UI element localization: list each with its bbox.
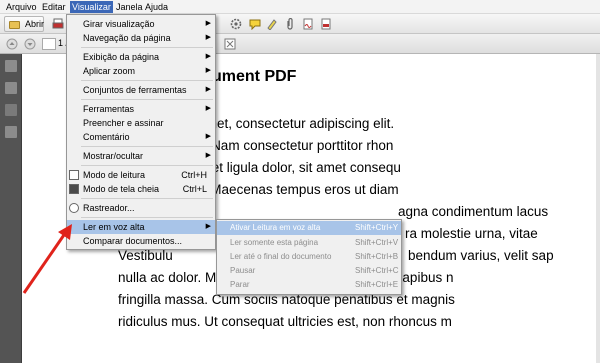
page-number-field[interactable] bbox=[42, 38, 56, 50]
menu-item-full-screen[interactable]: Modo de tela cheia Ctrl+L bbox=[67, 182, 215, 196]
menu-separator bbox=[81, 146, 213, 147]
submenu-arrow-icon: ▶ bbox=[205, 223, 211, 230]
submenu-item-read-this-page[interactable]: Ler somente esta página Shift+Ctrl+V bbox=[217, 236, 401, 250]
document-line: agna condimentum lacus bbox=[398, 204, 549, 219]
menu-janela[interactable]: Janela bbox=[114, 1, 145, 13]
submenu-arrow-icon: ▶ bbox=[205, 53, 211, 60]
menu-item-tracker[interactable]: Rastreador... bbox=[67, 201, 215, 215]
submenu-item-read-to-end[interactable]: Ler até o final do documento Shift+Ctrl+… bbox=[217, 250, 401, 264]
pages-panel-icon[interactable] bbox=[5, 60, 17, 72]
read-mode-shortcut: Ctrl+H bbox=[181, 170, 207, 180]
print-icon[interactable] bbox=[52, 18, 64, 30]
submenu-arrow-icon: ▶ bbox=[205, 67, 211, 74]
menu-separator bbox=[81, 99, 213, 100]
attach-icon[interactable] bbox=[284, 18, 296, 30]
folder-icon bbox=[9, 21, 20, 29]
zoom-fit-icon[interactable] bbox=[224, 38, 236, 50]
menu-separator bbox=[81, 217, 213, 218]
menu-item-toolsets[interactable]: Conjuntos de ferramentas ▶ bbox=[67, 83, 215, 97]
page-down-icon[interactable] bbox=[24, 38, 36, 50]
menu-item-page-navigation[interactable]: Navegação da página ▶ bbox=[67, 31, 215, 45]
menu-item-fill-sign[interactable]: Preencher e assinar bbox=[67, 116, 215, 130]
submenu-arrow-icon: ▶ bbox=[205, 152, 211, 159]
open-button-label: Abrir bbox=[25, 19, 45, 29]
submenu-item-activate-read-aloud[interactable]: Ativar Leitura em voz alta Shift+Ctrl+Y bbox=[217, 221, 401, 235]
view-menu: Girar visualização ▶ Navegação da página ▶… bbox=[66, 14, 216, 250]
submenu-arrow-icon: ▶ bbox=[205, 133, 211, 140]
menu-visualizar[interactable]: Visualizar bbox=[70, 1, 113, 13]
settings-icon[interactable] bbox=[230, 18, 242, 30]
document-line: ra molestie urna, vitae bbox=[405, 226, 538, 241]
menu-item-read-mode[interactable]: Modo de leitura Ctrl+H bbox=[67, 168, 215, 182]
document-line: bendum varius, velit sap bbox=[408, 248, 554, 263]
menu-item-page-display[interactable]: Exibição da página ▶ bbox=[67, 50, 215, 64]
read-mode-icon bbox=[69, 170, 79, 180]
comment-icon[interactable] bbox=[249, 18, 261, 30]
menu-arquivo[interactable]: Arquivo bbox=[4, 1, 39, 13]
read-aloud-submenu: Ativar Leitura em voz alta Shift+Ctrl+Y … bbox=[216, 219, 402, 295]
signature-toolbar-icon[interactable] bbox=[302, 18, 314, 30]
tools-icon[interactable] bbox=[5, 126, 17, 138]
document-title: ument PDF bbox=[212, 68, 297, 85]
menu-item-compare[interactable]: Comparar documentos... bbox=[67, 234, 215, 248]
menu-ajuda[interactable]: Ajuda bbox=[143, 1, 170, 13]
bookmarks-icon[interactable] bbox=[5, 82, 17, 94]
document-line: ridiculus mus. Ut consequat ultricies es… bbox=[118, 314, 452, 329]
submenu-arrow-icon: ▶ bbox=[205, 20, 211, 27]
pdf-export-icon[interactable] bbox=[320, 18, 332, 30]
submenu-item-pause[interactable]: Pausar Shift+Ctrl+C bbox=[217, 264, 401, 278]
menu-editar[interactable]: Editar bbox=[40, 1, 68, 13]
vertical-scrollbar[interactable] bbox=[596, 54, 600, 363]
document-line: Vestibulu bbox=[118, 248, 173, 263]
page-up-icon[interactable] bbox=[6, 38, 18, 50]
menu-item-rotate[interactable]: Girar visualização ▶ bbox=[67, 17, 215, 31]
full-screen-shortcut: Ctrl+L bbox=[182, 184, 207, 194]
submenu-arrow-icon: ▶ bbox=[205, 105, 211, 112]
navigation-pane bbox=[0, 54, 22, 363]
submenu-item-stop[interactable]: Parar Shift+Ctrl+E bbox=[217, 278, 401, 292]
menu-separator bbox=[81, 80, 213, 81]
menu-item-show-hide[interactable]: Mostrar/ocultar ▶ bbox=[67, 149, 215, 163]
highlight-icon[interactable] bbox=[266, 18, 278, 30]
signature-icon[interactable] bbox=[5, 104, 17, 116]
submenu-arrow-icon: ▶ bbox=[205, 86, 211, 93]
menu-bar: Arquivo Editar Visualizar Janela Ajuda bbox=[0, 0, 600, 14]
menu-separator bbox=[81, 47, 213, 48]
menu-item-comment[interactable]: Comentário ▶ bbox=[67, 130, 215, 144]
menu-item-tools[interactable]: Ferramentas ▶ bbox=[67, 102, 215, 116]
submenu-arrow-icon: ▶ bbox=[205, 34, 211, 41]
menu-separator bbox=[81, 165, 213, 166]
menu-item-zoom[interactable]: Aplicar zoom ▶ bbox=[67, 64, 215, 78]
menu-separator bbox=[81, 198, 213, 199]
open-button[interactable]: Abrir bbox=[4, 16, 44, 32]
full-screen-icon bbox=[69, 184, 79, 194]
tracker-icon bbox=[69, 203, 79, 213]
menu-item-read-aloud[interactable]: Ler em voz alta ▶ bbox=[67, 220, 215, 234]
